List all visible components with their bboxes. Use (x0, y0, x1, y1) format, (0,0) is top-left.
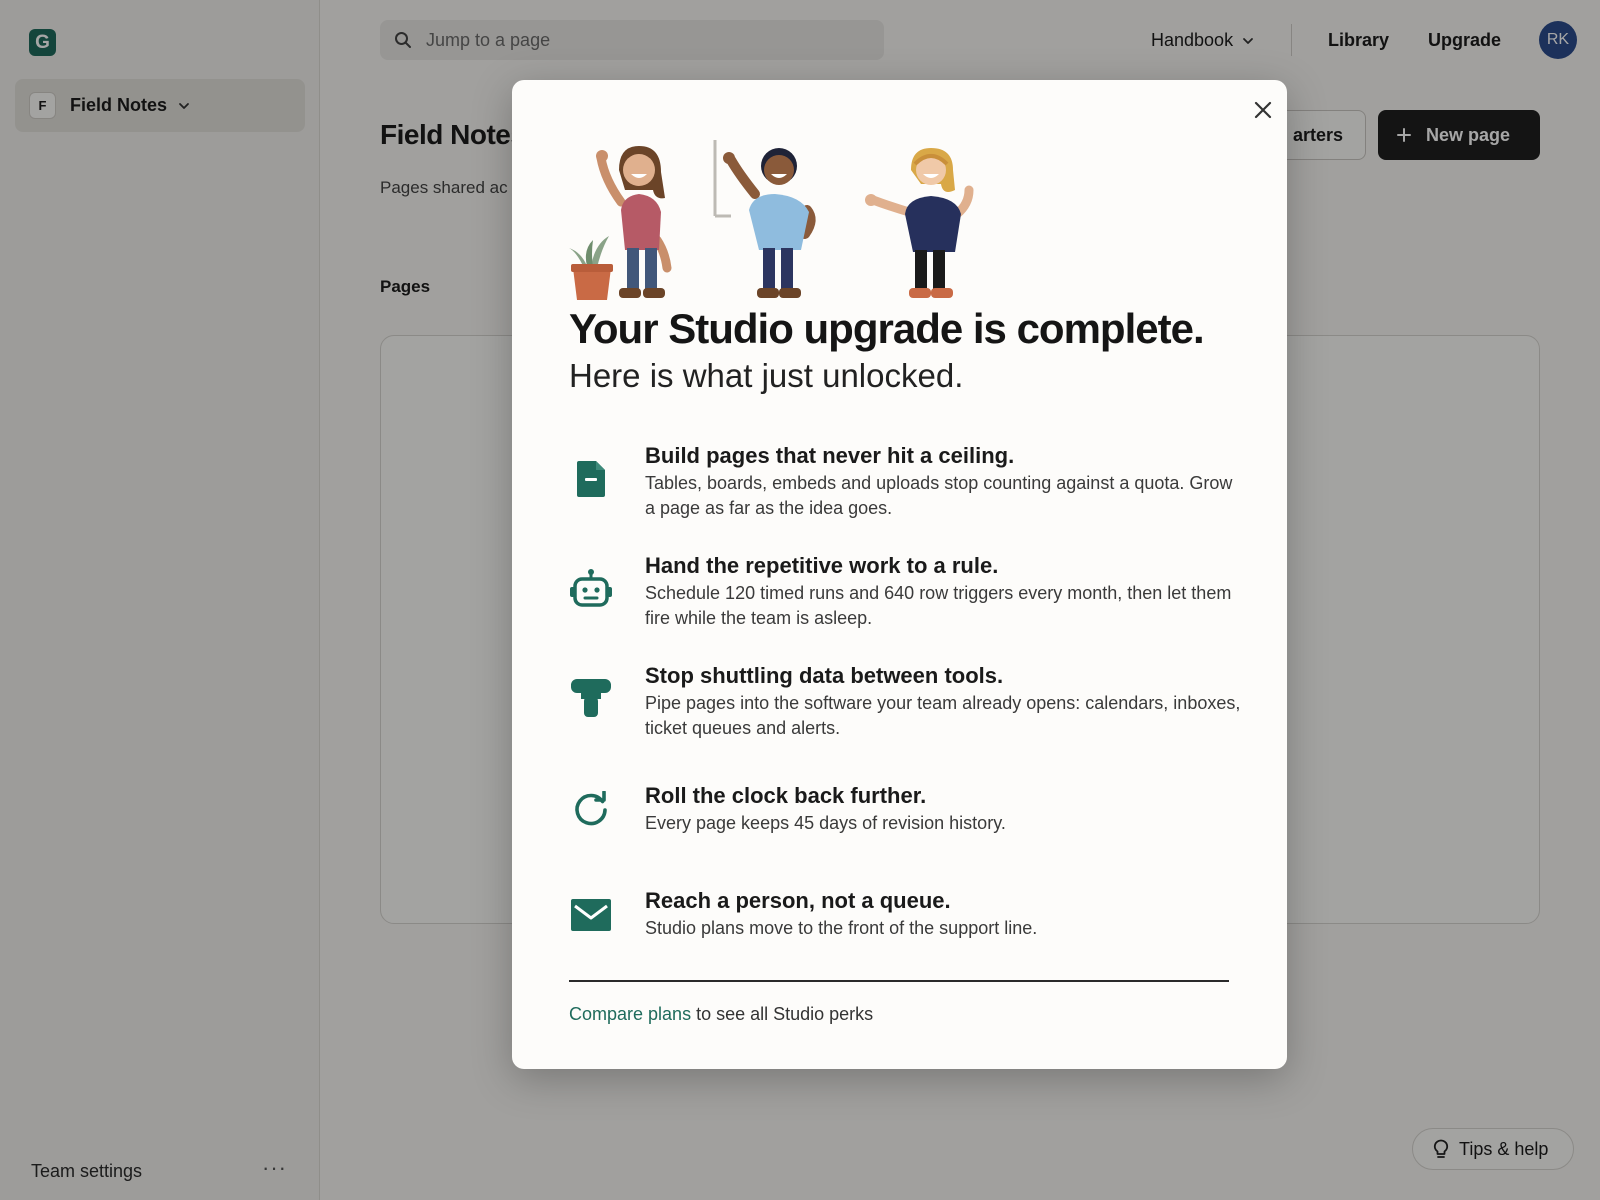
modal-subtitle: Here is what just unlocked. (569, 357, 964, 394)
close-button[interactable] (1249, 96, 1277, 124)
feature-description: Every page keeps 45 days of revision his… (645, 813, 1006, 833)
modal-footer: Compare plans to see all Studio perks (569, 1004, 873, 1025)
close-icon (1254, 101, 1272, 119)
modal-title: Your Studio upgrade is complete. (569, 305, 1205, 352)
history-icon (569, 788, 613, 832)
footer-text: to see all Studio perks (691, 1004, 874, 1024)
feature-description: Pipe pages into the software your team a… (645, 693, 1241, 738)
envelope-icon (569, 893, 613, 937)
feature-title: Hand the repetitive work to a rule. (645, 553, 999, 578)
modal-divider (569, 980, 1229, 982)
celebration-illustration (569, 140, 974, 300)
feature-title: Reach a person, not a queue. (645, 888, 951, 913)
upgrade-complete-modal: Your Studio upgrade is complete. Here is… (512, 80, 1287, 1069)
feature-description: Studio plans move to the front of the su… (645, 918, 1038, 938)
plug-icon (569, 675, 613, 719)
person-illustration-2 (713, 140, 816, 298)
person-illustration-3 (865, 148, 974, 298)
feature-title: Stop shuttling data between tools. (645, 663, 1004, 688)
document-icon (569, 457, 613, 501)
plant-illustration (569, 236, 613, 300)
compare-plans-link[interactable]: Compare plans (569, 1004, 691, 1024)
robot-icon (569, 567, 613, 611)
feature-description: Schedule 120 timed runs and 640 row trig… (645, 583, 1232, 628)
feature-description: Tables, boards, embeds and uploads stop … (645, 473, 1233, 518)
feature-title: Build pages that never hit a ceiling. (645, 443, 1015, 468)
feature-title: Roll the clock back further. (645, 783, 927, 808)
